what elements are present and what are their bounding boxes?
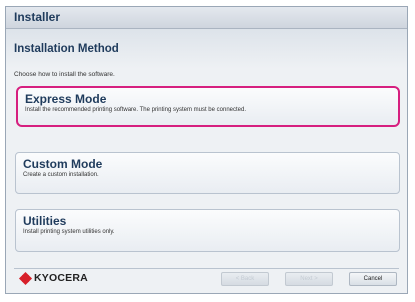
utilities-option[interactable]: Utilities Install printing system utilit… (15, 209, 400, 252)
utilities-description: Install printing system utilities only. (23, 229, 115, 235)
express-mode-option[interactable]: Express Mode Install the recommended pri… (16, 86, 400, 127)
installer-body: Installation Method Choose how to instal… (6, 29, 407, 293)
express-mode-title: Express Mode (25, 92, 107, 106)
custom-mode-description: Create a custom installation. (23, 172, 99, 178)
kyocera-logo-icon (18, 271, 33, 285)
cancel-button[interactable]: Cancel (349, 272, 397, 286)
back-button[interactable]: < Back (221, 272, 269, 286)
page-title: Installation Method (14, 43, 119, 55)
custom-mode-option[interactable]: Custom Mode Create a custom installation… (15, 152, 400, 194)
installer-window: Installer Installation Method Choose how… (5, 6, 408, 294)
utilities-title: Utilities (23, 214, 67, 228)
kyocera-logo: KYOCERA (18, 271, 88, 285)
custom-mode-title: Custom Mode (23, 157, 103, 171)
page-instruction: Choose how to install the software. (14, 71, 115, 78)
next-button[interactable]: Next > (285, 272, 333, 286)
footer: KYOCERA < Back Next > Cancel (6, 263, 407, 293)
window-title: Installer (6, 7, 407, 29)
express-mode-description: Install the recommended printing softwar… (25, 107, 247, 113)
brand-name: KYOCERA (34, 272, 88, 284)
